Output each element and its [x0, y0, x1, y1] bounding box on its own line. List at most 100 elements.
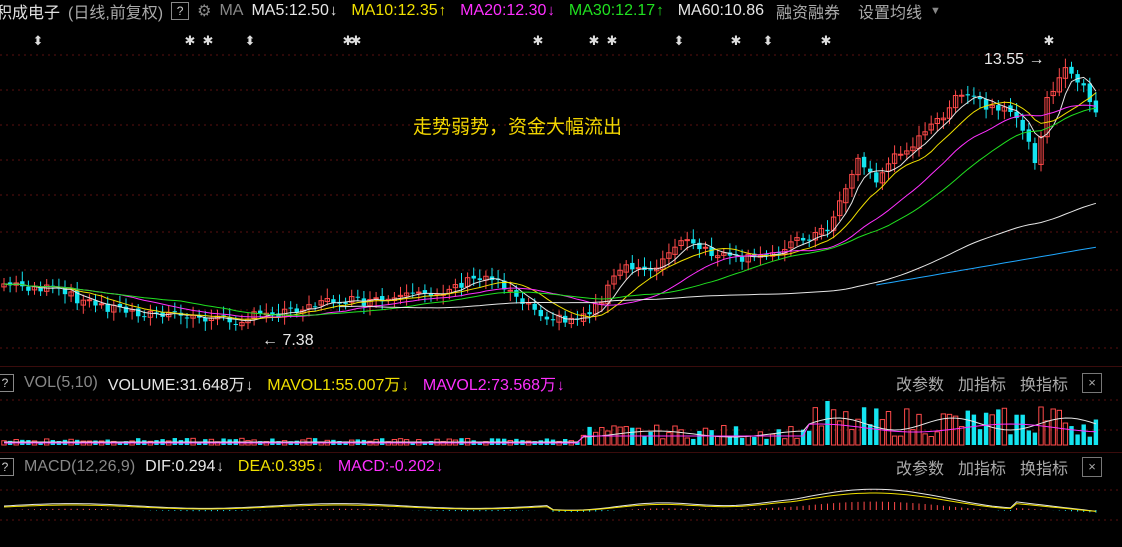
candle-body — [544, 316, 550, 320]
event-marker-icon: ⬍ — [674, 33, 685, 48]
vol-tool-1-button[interactable]: 加指标 — [958, 371, 1006, 395]
macd-tools: 改参数 加指标 换指标 × — [882, 455, 1102, 479]
vol-label: MAVOL1:55.007万 — [267, 377, 401, 394]
candle-body — [288, 307, 293, 309]
candle-body — [648, 269, 653, 271]
candle-body — [312, 306, 318, 308]
help-icon[interactable]: ? — [0, 374, 14, 392]
event-marker-icon: ⬍ — [33, 33, 44, 48]
volume-bar — [605, 430, 611, 446]
volume-bar — [977, 429, 983, 445]
divider — [0, 366, 1122, 367]
vol-tool-0-button[interactable]: 改参数 — [896, 371, 944, 395]
candle-body — [684, 239, 690, 242]
candle-body — [1020, 119, 1025, 131]
candle-body — [507, 289, 514, 292]
candle-body — [416, 291, 422, 294]
close-icon[interactable]: × — [1082, 457, 1102, 477]
macd-tool-1-button[interactable]: 加指标 — [958, 455, 1006, 479]
volume-bar — [959, 425, 965, 446]
candle-body — [825, 229, 830, 232]
volume-bar — [611, 425, 617, 446]
mavol1-line — [4, 417, 1097, 443]
macd-tool-0-button[interactable]: 改参数 — [896, 455, 944, 479]
volume-bar — [715, 435, 721, 446]
volume-bar — [702, 427, 709, 446]
arrow-down-icon: ↓ — [245, 377, 254, 394]
volume-bar — [1020, 414, 1025, 445]
close-icon[interactable]: × — [1082, 373, 1102, 393]
candle-body — [142, 316, 147, 318]
volume-bar — [904, 408, 910, 446]
volume-bar — [782, 438, 788, 446]
volume-bar — [891, 435, 898, 446]
candle-body — [702, 246, 709, 249]
candle-body — [459, 282, 464, 288]
candle-body — [800, 237, 806, 241]
volume-bar — [1026, 430, 1031, 445]
macd-indicator-name[interactable]: MACD(12,26,9) — [24, 458, 135, 476]
volume-bar — [697, 430, 702, 445]
vol-items: VOLUME:31.648万↓ MAVOL1:55.007万↓ MAVOL2:73.… — [108, 371, 579, 395]
candle-body — [477, 278, 482, 281]
volume-bar — [635, 427, 642, 446]
candle-body — [630, 262, 635, 270]
volume-bar — [855, 418, 861, 446]
ma120-line — [876, 246, 1096, 286]
macd-tool-2-button[interactable]: 换指标 — [1020, 455, 1068, 479]
help-icon[interactable]: ? — [0, 458, 14, 476]
macd-value-1: DEA:0.395↓ — [238, 458, 324, 476]
volume-bar — [691, 438, 696, 445]
candle-body — [1069, 66, 1074, 74]
volume-bar — [825, 401, 830, 445]
vol-tools: 改参数 加指标 换指标 × — [882, 371, 1102, 395]
low-price-label: ← 7.38 — [262, 332, 314, 349]
volume-bar — [660, 438, 666, 446]
volume-bar — [1001, 407, 1008, 446]
candle-body — [1032, 143, 1038, 164]
volume-bar — [1008, 434, 1013, 445]
candle-body — [172, 311, 177, 313]
macd-value-2: MACD:-0.202↓ — [338, 458, 443, 476]
volume-bar — [898, 435, 904, 446]
event-marker-icon: ✱ — [185, 33, 196, 48]
candle-body — [514, 290, 519, 297]
volume-bar — [952, 415, 959, 446]
vol-tool-2-button[interactable]: 换指标 — [1020, 371, 1068, 395]
volume-bar — [721, 425, 727, 446]
candle-body — [410, 292, 415, 294]
vol-value-2: MAVOL2:73.568万↓ — [423, 371, 565, 395]
volume-bar — [648, 431, 653, 445]
volume-bar — [709, 430, 714, 445]
candle-body — [532, 303, 537, 310]
volume-bar — [1087, 436, 1092, 445]
candle-body — [959, 94, 965, 97]
candle-body — [635, 267, 642, 270]
volume-bar — [745, 435, 751, 446]
arrow-down-icon: ↓ — [316, 458, 324, 475]
volume-bar — [849, 428, 855, 446]
candle-body — [965, 94, 970, 96]
candle-body — [26, 286, 31, 291]
volume-bar — [843, 411, 849, 446]
macd-value-0: DIF:0.294↓ — [145, 458, 224, 476]
candle-body — [471, 275, 476, 279]
volume-bar — [934, 431, 940, 446]
candle-body — [898, 153, 904, 156]
volume-bar — [861, 407, 867, 445]
high-price-label: 13.55 → — [984, 51, 1045, 68]
candle-body — [971, 95, 977, 97]
vol-label: VOLUME:31.648万 — [107, 377, 245, 394]
candle-body — [874, 172, 879, 183]
vol-value-1: MAVOL1:55.007万↓ — [267, 371, 409, 395]
vol-header: ? VOL(5,10) VOLUME:31.648万↓ MAVOL1:55.007… — [0, 368, 1122, 398]
volume-bar — [739, 438, 745, 445]
event-marker-icon: ✱ — [533, 33, 544, 48]
event-marker-icon: ✱ — [351, 33, 362, 48]
arrow-down-icon: ↓ — [401, 377, 409, 394]
candle-body — [233, 323, 238, 325]
vol-indicator-name[interactable]: VOL(5,10) — [24, 374, 98, 392]
candle-body — [538, 309, 543, 317]
volume-bar — [1081, 424, 1086, 445]
candle-body — [739, 256, 745, 262]
